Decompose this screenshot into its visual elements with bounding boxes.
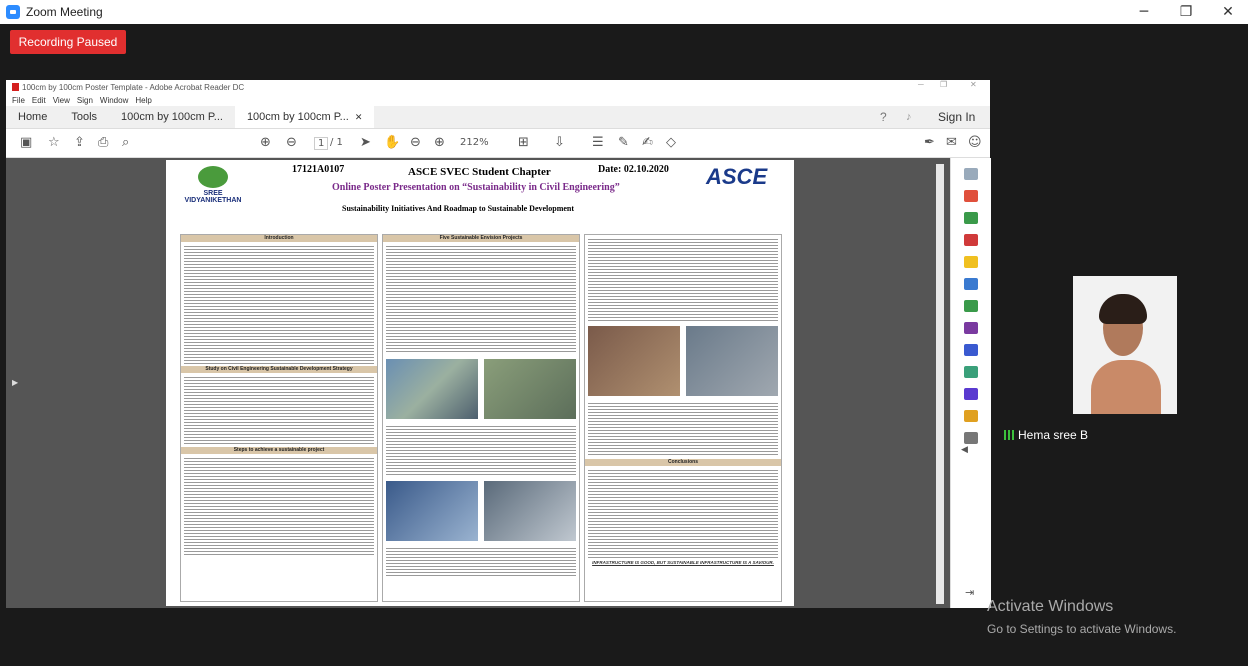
print-icon[interactable]: ⎙ <box>98 135 108 150</box>
activate-windows-hint: Go to Settings to activate Windows. <box>987 622 1177 636</box>
export-pdf-icon[interactable] <box>964 212 978 224</box>
create-pdf-icon[interactable] <box>964 190 978 202</box>
tab-document-2[interactable]: 100cm by 100cm P... ✕ <box>234 106 375 128</box>
zoom-logo-icon <box>6 5 20 19</box>
acrobat-toolbar: ▣ ☆ ⇪ ⎙ ⌕ ⊕ ⊖ 1 / 1 ➤ ✋ ⊖ ⊕ 212% ⊞ ⇩ ☰ ✎… <box>6 129 990 158</box>
svec-logo: SREE VIDYANIKETHAN <box>178 166 248 216</box>
tools-pane: ◀ ⇥ <box>950 158 991 608</box>
select-tool-icon[interactable]: ➤ <box>360 135 371 150</box>
menu-help[interactable]: Help <box>135 96 151 105</box>
draw-icon[interactable]: ✍ <box>642 135 653 150</box>
stamp-icon[interactable]: ◇ <box>666 135 676 150</box>
tab-home[interactable]: Home <box>6 106 59 128</box>
find-icon[interactable]: ⌕ <box>122 135 129 150</box>
section-envision-projects: Five Sustainable Envision Projects <box>383 235 579 242</box>
highlight-icon[interactable]: ✎ <box>618 135 629 150</box>
optimize-icon[interactable] <box>964 366 978 378</box>
save-icon[interactable]: ▣ <box>20 135 32 150</box>
page-total: / 1 <box>330 137 343 148</box>
minimize-icon[interactable]: ─ <box>1124 0 1164 24</box>
tab-tools[interactable]: Tools <box>59 106 109 128</box>
participant-video[interactable] <box>1073 276 1177 414</box>
comment-icon[interactable]: ☰ <box>592 135 604 150</box>
zoom-titlebar: Zoom Meeting ─ ❐ ✕ <box>0 0 1248 24</box>
acrobat-titlebar: 100cm by 100cm Poster Template - Adobe A… <box>6 80 990 94</box>
protect-icon[interactable] <box>964 344 978 356</box>
help-icon[interactable]: ? <box>880 110 887 124</box>
tab-document-1[interactable]: 100cm by 100cm P... <box>109 106 235 128</box>
sign-in-button[interactable]: Sign In <box>938 110 975 124</box>
organize-pages-icon[interactable] <box>964 300 978 312</box>
comment-tool-icon[interactable] <box>964 256 978 268</box>
participant-name: Hema sree B <box>1018 428 1089 442</box>
roll-number: 17121A0107 <box>292 164 345 175</box>
next-page-icon[interactable]: ⊖ <box>286 135 297 150</box>
activate-windows-title: Activate Windows <box>987 598 1114 615</box>
scroll-mode-icon[interactable]: ⇩ <box>554 135 565 150</box>
fit-page-icon[interactable]: ⊞ <box>518 135 529 150</box>
menu-window[interactable]: Window <box>100 96 128 105</box>
poster-subtitle: Sustainability Initiatives And Roadmap t… <box>342 204 575 213</box>
asce-logo: ASCE <box>706 164 768 189</box>
zoom-in-icon[interactable]: ⊕ <box>434 135 445 150</box>
pdf-icon <box>12 83 19 91</box>
shared-screen: 100cm by 100cm Poster Template - Adobe A… <box>6 80 991 608</box>
email-icon[interactable]: ✉ <box>946 135 957 150</box>
collapse-pane-icon[interactable]: ◀ <box>961 444 968 455</box>
left-panel-toggle-icon[interactable]: ▶ <box>12 378 18 387</box>
poster-column-2: Five Sustainable Envision Projects <box>382 234 580 602</box>
section-introduction: Introduction <box>181 235 377 242</box>
star-icon[interactable]: ☆ <box>48 135 60 150</box>
section-strategy: Study on Civil Engineering Sustainable D… <box>181 366 377 373</box>
zoom-out-icon[interactable]: ⊖ <box>410 135 421 150</box>
combine-files-icon[interactable] <box>964 278 978 290</box>
tab-document-2-label: 100cm by 100cm P... <box>246 111 349 123</box>
poster-page: SREE VIDYANIKETHAN 17121A0107 ASCE SVEC … <box>166 160 794 606</box>
participant-name-tag: Hema sree B <box>1004 428 1088 442</box>
prev-page-icon[interactable]: ⊕ <box>260 135 271 150</box>
edit-pdf-icon[interactable] <box>964 234 978 246</box>
bell-icon[interactable]: ♪ <box>906 111 912 123</box>
signal-strength-icon <box>1004 430 1014 440</box>
acrobat-window-title: 100cm by 100cm Poster Template - Adobe A… <box>22 82 245 92</box>
menu-edit[interactable]: Edit <box>32 96 46 105</box>
zoom-level-select[interactable]: 212% <box>460 137 489 148</box>
share-icon[interactable]: ⇪ <box>74 135 85 150</box>
document-viewport[interactable]: ▶ SREE VIDYANIKETHAN 17121A0107 ASCE SVE… <box>6 158 950 608</box>
menu-file[interactable]: File <box>12 96 25 105</box>
menu-sign[interactable]: Sign <box>77 96 93 105</box>
acrobat-menubar: File Edit View Sign Window Help <box>6 94 990 106</box>
restore-icon[interactable]: ❐ <box>1166 0 1206 24</box>
chapter-name: ASCE SVEC Student Chapter <box>408 166 551 178</box>
presentation-title: Online Poster Presentation on “Sustainab… <box>332 182 620 193</box>
poster-column-3: Conclusions INFRASTRUCTURE IS GOOD, BUT … <box>584 234 782 602</box>
poster-column-1: Introduction Study on Civil Engineering … <box>180 234 378 602</box>
hand-tool-icon[interactable]: ✋ <box>384 135 400 150</box>
page-number-input[interactable]: 1 <box>314 137 329 150</box>
add-user-icon[interactable]: ☺ <box>968 135 982 150</box>
expand-pane-icon[interactable]: ⇥ <box>965 586 974 599</box>
more-tools-icon[interactable] <box>964 410 978 422</box>
poster-date: Date: 02.10.2020 <box>598 164 669 175</box>
section-conclusions: Conclusions <box>585 459 781 466</box>
sign-icon[interactable]: ✒ <box>924 135 935 150</box>
menu-view[interactable]: View <box>53 96 70 105</box>
poster-footer: INFRASTRUCTURE IS GOOD, BUT SUSTAINABLE … <box>592 560 774 565</box>
recording-status-button[interactable]: Recording Paused <box>10 30 126 54</box>
zoom-tool-icon[interactable] <box>964 168 978 180</box>
fill-sign-icon[interactable] <box>964 322 978 334</box>
vertical-scrollbar[interactable] <box>936 164 944 604</box>
acrobat-minimize-icon[interactable]: ─ <box>918 80 924 89</box>
send-signature-icon[interactable] <box>964 388 978 400</box>
section-steps: Steps to achieve a sustainable project <box>181 447 377 454</box>
customize-icon[interactable] <box>964 432 978 444</box>
acrobat-close-icon[interactable]: ✕ <box>970 80 977 89</box>
window-title: Zoom Meeting <box>26 5 103 19</box>
close-tab-icon[interactable]: ✕ <box>355 112 363 123</box>
close-icon[interactable]: ✕ <box>1208 0 1248 24</box>
acrobat-tabbar: Home Tools 100cm by 100cm P... 100cm by … <box>6 106 990 129</box>
acrobat-restore-icon[interactable]: ❐ <box>940 80 947 89</box>
